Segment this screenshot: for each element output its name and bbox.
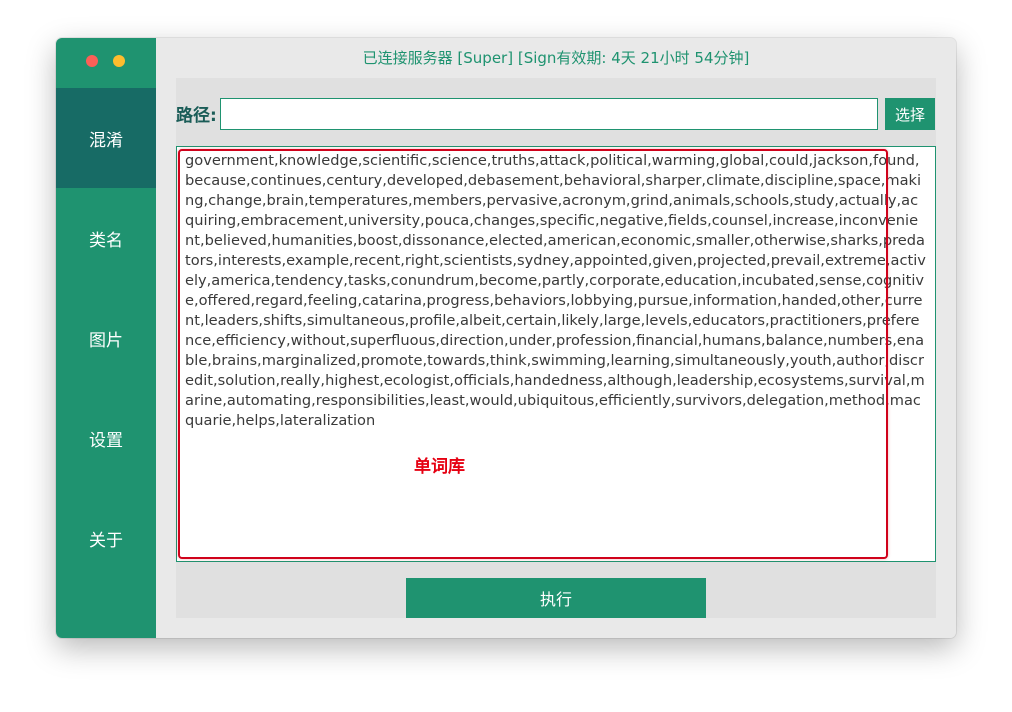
path-input[interactable] <box>220 98 878 130</box>
sidebar-item-obfuscate[interactable]: 混淆 <box>56 88 156 188</box>
app-window: 混淆 类名 图片 设置 关于 已连接服务器 [Super] [Sign有效期: … <box>56 38 956 638</box>
connection-status: 已连接服务器 [Super] [Sign有效期: 4天 21小时 54分钟] <box>362 49 750 67</box>
sidebar: 混淆 类名 图片 设置 关于 <box>56 38 156 638</box>
word-list-container <box>176 146 936 562</box>
sidebar-item-about[interactable]: 关于 <box>56 488 156 588</box>
sidebar-item-label: 关于 <box>89 530 123 551</box>
sidebar-item-label: 类名 <box>89 230 123 251</box>
choose-path-button[interactable]: 选择 <box>885 98 935 130</box>
word-library-annotation: 单词库 <box>414 457 465 477</box>
sidebar-item-label: 混淆 <box>89 130 123 151</box>
sidebar-item-settings[interactable]: 设置 <box>56 388 156 488</box>
run-button[interactable]: 执行 <box>406 578 706 618</box>
main-area: 已连接服务器 [Super] [Sign有效期: 4天 21小时 54分钟] 路… <box>156 38 956 638</box>
path-label: 路径: <box>176 106 217 126</box>
sidebar-item-label: 设置 <box>89 430 123 451</box>
sidebar-item-images[interactable]: 图片 <box>56 288 156 388</box>
close-window-button[interactable] <box>86 55 98 67</box>
minimize-window-button[interactable] <box>113 55 125 67</box>
sidebar-item-label: 图片 <box>89 330 123 351</box>
word-list-textarea[interactable] <box>185 151 927 555</box>
sidebar-item-class-name[interactable]: 类名 <box>56 188 156 288</box>
